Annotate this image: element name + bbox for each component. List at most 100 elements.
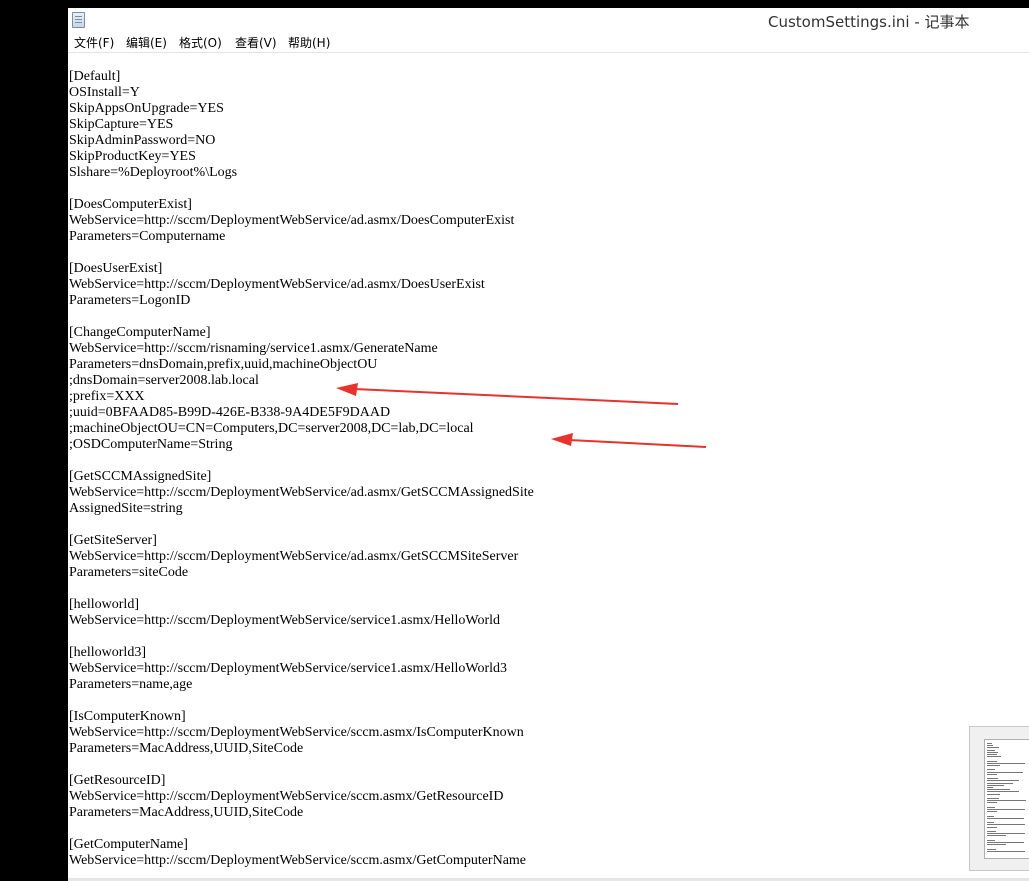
thumb-text-line (987, 780, 1020, 782)
thumb-text-line (987, 789, 1011, 791)
menu-file[interactable]: 文件(F) (74, 34, 114, 51)
thumb-text-line (987, 815, 994, 817)
text-line (69, 693, 534, 709)
arrow-shaft-1 (353, 388, 679, 405)
text-line: [DoesUserExist] (69, 261, 163, 276)
text-line (69, 245, 534, 261)
document-text: [Default] OSInstall=Y SkipAppsOnUpgrade=YE… (69, 69, 534, 869)
thumb-text-line (987, 802, 998, 804)
menu-bar: 文件(F) 编辑(E) 格式(O) 查看(V) 帮助(H) (68, 32, 1029, 53)
thumb-text-line (987, 826, 998, 828)
text-line (69, 453, 534, 469)
thumb-text-line (987, 844, 1007, 846)
thumb-text-line (987, 817, 1025, 819)
text-line: Parameters=MacAddress,UUID,SiteCode (69, 741, 304, 756)
text-line: AssignedSite=string (69, 501, 183, 516)
text-editor[interactable]: [Default] OSInstall=Y SkipAppsOnUpgrade=YE… (68, 53, 1029, 881)
arrow-dnsdomain (336, 383, 679, 405)
thumb-text-line (987, 811, 998, 813)
text-line (69, 517, 534, 533)
thumb-text-line (987, 793, 1000, 795)
arrow-head-1 (336, 383, 358, 396)
text-line: SkipAppsOnUpgrade=YES (69, 101, 224, 116)
text-line: [helloworld3] (69, 645, 146, 660)
arrow-head-2 (551, 433, 573, 446)
thumb-text-line (987, 769, 996, 771)
thumb-text-line (987, 749, 996, 751)
thumb-text-line (987, 800, 1027, 802)
text-line: WebService=http://sccm/DeploymentWebServ… (69, 277, 485, 292)
text-line: [GetSiteServer] (69, 533, 157, 548)
page-preview-sheet (984, 739, 1029, 859)
text-line: ;machineObjectOU=CN=Computers,DC=server2… (69, 421, 474, 436)
thumb-text-line (987, 839, 996, 841)
thumb-text-line (987, 822, 995, 824)
text-line: SkipCapture=YES (69, 117, 174, 132)
text-line: [GetSCCMAssignedSite] (69, 469, 212, 484)
text-line: Parameters=dnsDomain,prefix,uuid,machine… (69, 357, 378, 372)
text-line: [helloworld] (69, 597, 139, 612)
thumb-text-line (987, 824, 1025, 826)
thumb-text-line (987, 762, 1025, 764)
text-line: SkipProductKey=YES (69, 149, 196, 164)
arrow-machineobjectou (551, 433, 707, 448)
text-line: Parameters=LogonID (69, 293, 191, 308)
thumb-text-line (987, 835, 1007, 837)
text-line: WebService=http://sccm/DeploymentWebServ… (69, 853, 527, 868)
text-line: [GetResourceID] (69, 773, 166, 788)
text-line: [GetComputerName] (69, 837, 188, 852)
notepad-window: CustomSettings.ini - 记事本 文件(F) 编辑(E) 格式(… (68, 8, 1029, 881)
page-preview-thumbnail[interactable] (969, 726, 1029, 871)
title-bar[interactable]: CustomSettings.ini - 记事本 (68, 8, 1029, 32)
text-line: WebService=http://sccm/DeploymentWebServ… (69, 213, 515, 228)
thumb-text-line (987, 743, 992, 744)
text-line: Parameters=name,age (69, 677, 193, 692)
text-line (69, 629, 534, 645)
thumb-text-line (987, 745, 994, 747)
thumb-text-line (987, 831, 997, 832)
text-line (69, 181, 534, 197)
text-line: Parameters=Computername (69, 229, 226, 244)
menu-format[interactable]: 格式(O) (179, 34, 222, 51)
thumb-text-line (987, 833, 1025, 835)
text-line: WebService=http://sccm/DeploymentWebServ… (69, 789, 504, 804)
thumb-text-line (987, 791, 1020, 793)
text-line: WebService=http://sccm/DeploymentWebServ… (69, 725, 524, 740)
text-line: WebService=http://sccm/risnaming/service… (69, 341, 438, 356)
thumb-text-line (987, 751, 998, 753)
text-line: ;OSDComputerName=String (69, 437, 233, 452)
notepad-icon[interactable] (72, 12, 85, 28)
thumb-text-line (987, 773, 997, 775)
thumb-text-line (987, 754, 997, 755)
arrow-shaft-2 (568, 439, 707, 448)
text-line: [DoesComputerExist] (69, 197, 192, 212)
thumb-text-line (987, 756, 1001, 758)
window-title: CustomSettings.ini - 记事本 (768, 13, 970, 31)
text-line: Slshare=%Deployroot%\Logs (69, 165, 238, 180)
thumb-text-line (987, 771, 1023, 773)
thumb-text-line (987, 842, 1024, 843)
text-line: [Default] (69, 69, 121, 84)
text-line (69, 821, 534, 837)
thumb-text-line (987, 765, 1000, 766)
thumb-text-line (987, 806, 996, 808)
thumb-text-line (987, 787, 994, 788)
text-line: WebService=http://sccm/DeploymentWebServ… (69, 661, 507, 676)
text-line (69, 757, 534, 773)
text-line: WebService=http://sccm/DeploymentWebServ… (69, 613, 500, 628)
text-line: SkipAdminPassword=NO (69, 133, 216, 148)
menu-help[interactable]: 帮助(H) (288, 34, 330, 51)
text-line: Parameters=siteCode (69, 565, 189, 580)
thumb-text-line (987, 798, 999, 799)
text-line: OSInstall=Y (69, 85, 140, 100)
thumb-text-line (987, 784, 1005, 786)
thumb-text-line (987, 809, 1025, 810)
thumb-text-line (987, 782, 1014, 784)
text-line: [ChangeComputerName] (69, 325, 211, 340)
thumb-text-line (987, 848, 997, 850)
menu-edit[interactable]: 编辑(E) (126, 34, 167, 51)
text-line: WebService=http://sccm/DeploymentWebServ… (69, 485, 534, 500)
text-line: WebService=http://sccm/DeploymentWebServ… (69, 549, 519, 564)
thumb-text-line (987, 850, 1025, 852)
menu-view[interactable]: 查看(V) (235, 34, 277, 51)
